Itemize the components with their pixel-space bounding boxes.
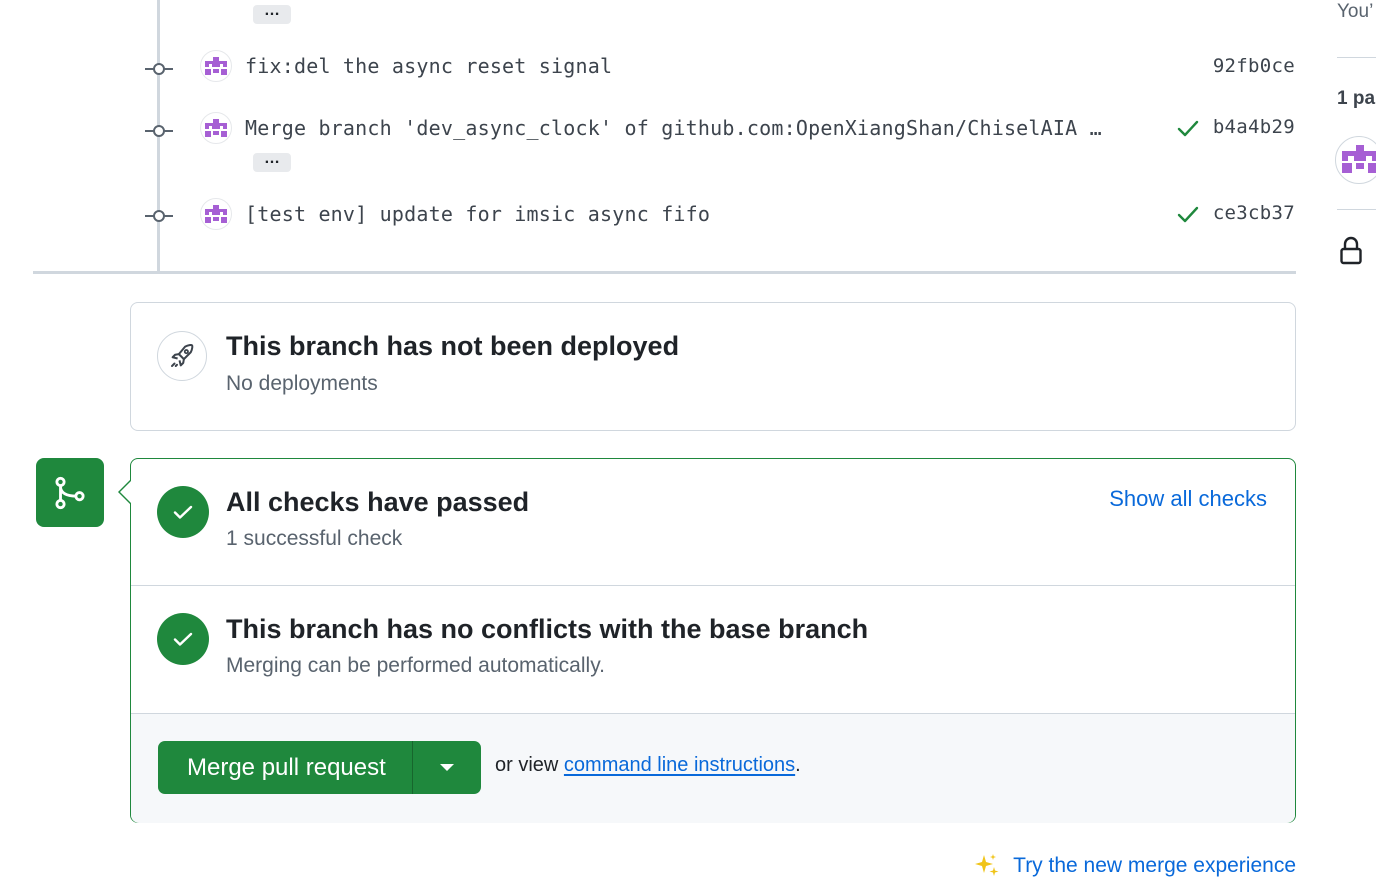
caret-down-icon[interactable]: [440, 763, 454, 772]
deployment-subtitle: No deployments: [226, 372, 378, 395]
commit-message[interactable]: Merge branch 'dev_async_clock' of github…: [245, 116, 1102, 140]
check-icon[interactable]: [1176, 116, 1200, 140]
expand-commit-button[interactable]: …: [253, 151, 291, 172]
expand-commit-button[interactable]: …: [253, 3, 291, 24]
lock-icon[interactable]: [1339, 236, 1363, 266]
merge-button-label[interactable]: Merge pull request: [158, 754, 412, 782]
rocket-icon: [157, 331, 207, 381]
commit-sha[interactable]: b4a4b29: [1213, 116, 1295, 138]
or-view-text: or view command line instructions.: [495, 754, 801, 776]
timeline-divider: [33, 271, 1296, 274]
merge-pull-request-button[interactable]: Merge pull request: [158, 741, 481, 794]
git-merge-icon: [36, 458, 104, 527]
avatar[interactable]: [200, 198, 232, 230]
commit-sha[interactable]: 92fb0ce: [1213, 55, 1295, 77]
git-commit-icon: [145, 125, 173, 137]
success-check-icon: [157, 486, 209, 538]
sidebar-divider: [1337, 209, 1376, 210]
avatar[interactable]: [200, 112, 232, 144]
command-line-instructions-link[interactable]: command line instructions: [564, 754, 795, 776]
participant-avatar[interactable]: [1335, 136, 1376, 184]
sidebar-participants-count: 1 pa: [1337, 88, 1376, 109]
git-commit-icon: [145, 210, 173, 222]
checks-subtitle: 1 successful check: [226, 527, 403, 550]
try-new-merge-experience-link[interactable]: Try the new merge experience: [973, 852, 1296, 880]
conflicts-title: This branch has no conflicts with the ba…: [226, 614, 869, 644]
deployment-title: This branch has not been deployed: [226, 331, 680, 361]
show-all-checks-link[interactable]: Show all checks: [1109, 486, 1267, 512]
merge-method-dropdown[interactable]: [413, 741, 481, 794]
checks-title: All checks have passed: [226, 487, 530, 517]
sparkle-icon: [975, 854, 999, 876]
merge-footer: Merge pull request or view command line …: [131, 713, 1295, 823]
check-icon[interactable]: [1176, 202, 1200, 226]
merge-status-box: All checks have passed 1 successful chec…: [118, 458, 1296, 823]
git-commit-icon: [145, 63, 173, 75]
sidebar-divider: [1337, 57, 1376, 58]
section-divider: [131, 585, 1295, 586]
commit-message[interactable]: fix:del the async reset signal: [245, 54, 612, 78]
success-check-icon: [157, 613, 209, 665]
commit-message[interactable]: [test env] update for imsic async fifo: [245, 202, 710, 226]
avatar[interactable]: [200, 50, 232, 82]
try-new-label[interactable]: Try the new merge experience: [1013, 854, 1296, 878]
deployment-status-box: This branch has not been deployed No dep…: [130, 302, 1296, 431]
conflicts-subtitle: Merging can be performed automatically.: [226, 654, 605, 677]
commit-sha[interactable]: ce3cb37: [1213, 202, 1295, 224]
sidebar-notification-text: You’: [1337, 1, 1374, 22]
